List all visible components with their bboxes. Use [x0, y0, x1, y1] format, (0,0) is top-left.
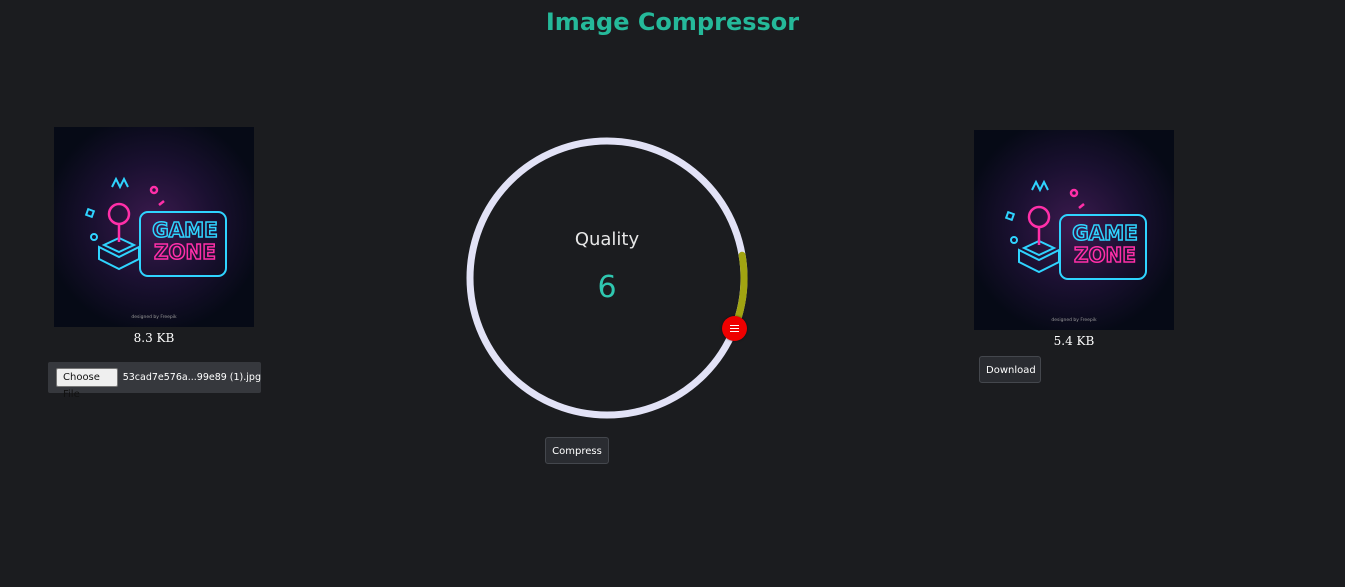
selected-file-name: 53cad7e576a...99e89 (1).jpg: [122, 372, 261, 383]
quality-knob[interactable]: [721, 315, 747, 341]
game-zone-neon-image: GAME ZONE designed by Freepik: [974, 130, 1174, 330]
quality-value: 6: [597, 270, 617, 305]
original-image-preview: GAME ZONE designed by Freepik: [54, 127, 254, 327]
image-compressor-page: Image Compressor GAME ZONE designed by F…: [0, 0, 1345, 587]
compressed-size-label: 5.4 KB: [1053, 334, 1095, 348]
image-text-line1: GAME: [152, 218, 217, 242]
download-button[interactable]: Download: [979, 356, 1041, 383]
compress-button[interactable]: Compress: [545, 437, 609, 464]
image-credit: designed by Freepik: [131, 314, 177, 320]
image-text-line2: ZONE: [1074, 243, 1136, 267]
image-text-line2: ZONE: [154, 240, 216, 264]
game-zone-neon-image: GAME ZONE designed by Freepik: [54, 127, 254, 327]
file-picker[interactable]: Choose File 53cad7e576a...99e89 (1).jpg: [48, 362, 261, 400]
choose-file-button[interactable]: Choose File: [56, 368, 118, 400]
quality-label: Quality: [574, 229, 640, 250]
image-text-line1: GAME: [1072, 221, 1137, 245]
compressed-image-preview: GAME ZONE designed by Freepik: [974, 130, 1174, 330]
image-credit: designed by Freepik: [1051, 317, 1097, 323]
menu-lines-icon: [729, 324, 739, 332]
page-title: Image Compressor: [545, 8, 800, 36]
original-size-label: 8.3 KB: [133, 331, 175, 345]
